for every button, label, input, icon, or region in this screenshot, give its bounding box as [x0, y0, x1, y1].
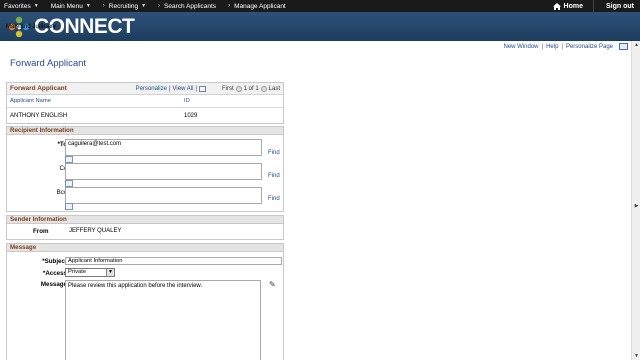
recipient-section-title: Recipient Information — [7, 127, 283, 135]
chevron-down-icon: ▼ — [85, 3, 91, 9]
grid-title: Forward Applicant — [10, 85, 67, 92]
find-to-link[interactable]: Find — [268, 150, 280, 156]
scroll-up-icon[interactable]: ▲ — [633, 42, 640, 48]
signout-link[interactable]: Sign out — [593, 0, 640, 12]
scroll-thumb[interactable]: ▶ — [633, 203, 640, 211]
nav-favorites-label: Favorites — [4, 2, 31, 10]
column-header-applicant-name[interactable]: Applicant Name — [7, 98, 184, 104]
expand-field-icon[interactable] — [65, 180, 73, 187]
page-title: Forward Applicant — [10, 58, 87, 69]
access-selected-value: Private — [68, 269, 87, 275]
link-divider: | — [168, 85, 171, 92]
nav-manage-applicant[interactable]: › Manage Applicant — [224, 0, 294, 12]
nav-favorites[interactable]: Favorites ▼ — [0, 0, 47, 12]
expand-field-icon[interactable] — [65, 156, 73, 163]
home-label: Home — [563, 2, 583, 10]
sender-section-title: Sender Information — [7, 216, 283, 224]
link-divider: | — [541, 43, 544, 50]
help-link[interactable]: Help — [546, 44, 558, 50]
link-divider: | — [195, 85, 197, 92]
nav-main-menu[interactable]: Main Menu ▼ — [47, 0, 99, 12]
breadcrumb-separator-icon: › — [158, 3, 161, 9]
sender-information-section: Sender Information From JEFFERY QUALEY — [6, 215, 284, 240]
new-window-link[interactable]: New Window — [503, 44, 538, 50]
breadcrumb-separator-icon: › — [102, 3, 105, 9]
last-link[interactable]: Last — [269, 86, 280, 92]
grid-header: Forward Applicant Personalize | View All… — [7, 83, 283, 95]
from-label: From — [33, 228, 49, 235]
nav-search-applicants-label: Search Applicants — [164, 2, 217, 10]
spell-check-icon[interactable]: ✎ — [269, 280, 276, 289]
subject-input[interactable]: Applicant Information — [65, 257, 282, 265]
column-header-id[interactable]: ID — [184, 98, 190, 104]
message-textarea[interactable]: Please review this application before th… — [65, 280, 261, 360]
zoom-grid-icon[interactable] — [198, 85, 206, 92]
find-cc-link[interactable]: Find — [268, 173, 280, 179]
find-bcc-link[interactable]: Find — [268, 196, 280, 202]
home-icon — [552, 2, 561, 10]
cc-field[interactable] — [65, 163, 262, 180]
row-count: 1 of 1 — [243, 85, 259, 92]
bcc-field[interactable] — [65, 187, 262, 204]
nav-manage-applicant-label: Manage Applicant — [234, 2, 286, 10]
chevron-down-icon: ▼ — [33, 3, 39, 9]
access-select[interactable]: Private ▼ — [65, 268, 115, 277]
message-section-title: Message — [7, 244, 283, 252]
applicant-name-cell: ANTHONY ENGLISH — [10, 112, 68, 119]
logo-subtitle: Maryland Judiciary — [6, 24, 57, 30]
banner: CONNECT Maryland Judiciary — [0, 12, 640, 41]
top-nav-right: Home Sign out — [543, 0, 640, 12]
nav-recruiting-label: Recruiting — [108, 2, 139, 10]
first-link[interactable]: First — [222, 86, 234, 92]
view-all-link[interactable]: View All — [173, 86, 194, 92]
expand-field-icon[interactable] — [65, 203, 73, 210]
signout-label: Sign out — [606, 2, 634, 10]
scroll-down-icon[interactable]: ▼ — [633, 353, 640, 359]
page-layout-icon[interactable] — [619, 43, 628, 50]
nav-search-applicants[interactable]: › Search Applicants — [154, 0, 224, 12]
subject-label: *Subject — [42, 258, 67, 265]
chevron-down-icon: ▼ — [106, 269, 114, 276]
nav-main-menu-label: Main Menu — [50, 2, 83, 10]
grid-personalize-link[interactable]: Personalize — [136, 86, 167, 92]
personalize-page-link[interactable]: Personalize Page — [566, 44, 613, 50]
applicant-id-cell: 1029 — [184, 112, 198, 119]
message-section: Message *Subject Applicant Information *… — [6, 243, 284, 360]
home-link[interactable]: Home — [543, 2, 593, 10]
forward-applicant-grid: Forward Applicant Personalize | View All… — [6, 82, 284, 124]
access-label: *Access — [42, 270, 67, 277]
link-divider: | — [561, 43, 563, 50]
message-label: Message — [40, 281, 67, 288]
table-row: ANTHONY ENGLISH 1029 — [7, 108, 283, 123]
recipient-information-section: Recipient Information *To caguilera@test… — [6, 126, 284, 212]
previous-arrow-icon[interactable] — [235, 85, 242, 92]
to-field[interactable]: caguilera@test.com — [65, 139, 262, 156]
nav-recruiting[interactable]: › Recruiting ▼ — [99, 0, 154, 12]
page-links: New Window | Help | Personalize Page — [503, 43, 628, 50]
breadcrumb-separator-icon: › — [228, 3, 231, 9]
from-value: JEFFERY QUALEY — [69, 228, 122, 234]
next-arrow-icon[interactable] — [260, 85, 267, 92]
top-navigation-bar: Favorites ▼ Main Menu ▼ › Recruiting ▼ ›… — [0, 0, 640, 12]
grid-toolbar: Personalize | View All | First 1 of 1 La… — [136, 85, 280, 92]
grid-column-headers: Applicant Name ID — [7, 95, 283, 108]
chevron-down-icon: ▼ — [141, 3, 147, 9]
vertical-scrollbar[interactable]: ▲ ▶ ▼ — [631, 41, 640, 360]
